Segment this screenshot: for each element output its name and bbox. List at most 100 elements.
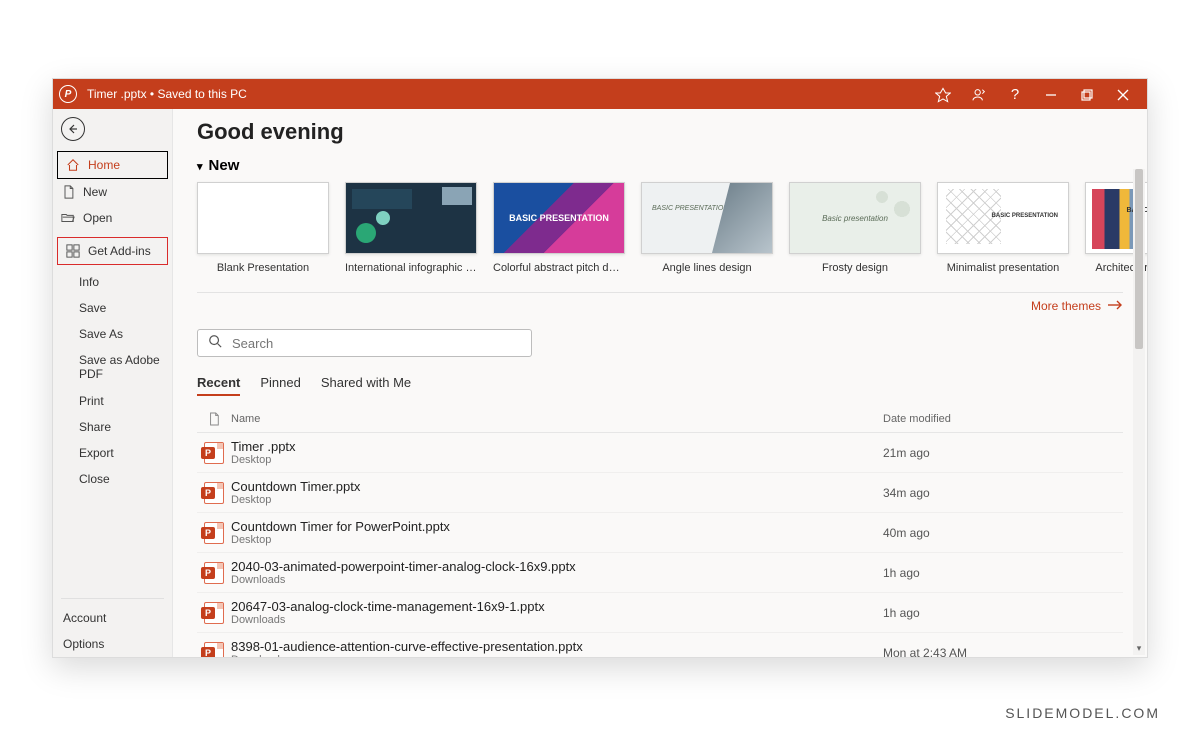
recent-file-row[interactable]: 20647-03-analog-clock-time-management-16… [197, 593, 1123, 633]
sidebar-item-new[interactable]: New [53, 179, 172, 205]
sidebar-item-share[interactable]: Share [53, 414, 172, 440]
new-section-header[interactable]: ▾ New [197, 157, 1123, 174]
sidebar-item-save-adobe[interactable]: Save as Adobe PDF [53, 347, 172, 388]
file-tabs: Recent Pinned Shared with Me [197, 375, 1123, 396]
sidebar-item-save[interactable]: Save [53, 295, 172, 321]
document-title: Timer .pptx • Saved to this PC [87, 87, 247, 101]
tab-recent[interactable]: Recent [197, 375, 240, 396]
template-thumbnail: BASIC PRESENTATION [493, 182, 625, 254]
help-icon[interactable]: ? [997, 86, 1033, 103]
template-blank[interactable]: Blank Presentation [197, 182, 329, 274]
template-label: Frosty design [789, 262, 921, 274]
template-thumbnail: BASIC PRESENTATION [937, 182, 1069, 254]
ppt-file-icon [197, 442, 231, 464]
recent-file-list: Timer .pptxDesktop21m agoCountdown Timer… [197, 433, 1123, 657]
file-name: 8398-01-audience-attention-curve-effecti… [231, 639, 883, 654]
file-name: Countdown Timer for PowerPoint.pptx [231, 519, 883, 534]
template-label: Minimalist presentation [937, 262, 1069, 274]
search-box[interactable] [197, 329, 532, 357]
addins-icon [66, 244, 80, 258]
tab-pinned[interactable]: Pinned [260, 375, 300, 396]
scrollbar-thumb[interactable] [1135, 169, 1143, 349]
recent-file-row[interactable]: 2040-03-animated-powerpoint-timer-analog… [197, 553, 1123, 593]
sidebar-item-info[interactable]: Info [53, 269, 172, 295]
sidebar-item-options[interactable]: Options [61, 631, 164, 657]
template-frosty[interactable]: Basic presentation Frosty design [789, 182, 921, 274]
file-modified: 34m ago [883, 486, 1123, 500]
file-location: Downloads [231, 574, 883, 586]
template-colorful-abstract[interactable]: BASIC PRESENTATION Colorful abstract pit… [493, 182, 625, 274]
file-location: Desktop [231, 494, 883, 506]
file-location: Downloads [231, 654, 883, 657]
search-icon [208, 334, 222, 353]
file-name: 20647-03-analog-clock-time-management-16… [231, 599, 883, 614]
template-international-infographic[interactable]: International infographic re... [345, 182, 477, 274]
template-label: Angle lines design [641, 262, 773, 274]
template-thumbnail: BASIC PRESENTATION [641, 182, 773, 254]
title-bar: P Timer .pptx • Saved to this PC ? [53, 79, 1147, 109]
filename: Timer .pptx [87, 87, 147, 101]
home-icon [66, 158, 80, 172]
premium-icon[interactable] [925, 85, 961, 102]
file-type-icon [197, 412, 231, 426]
template-thumbnail [345, 182, 477, 254]
file-modified: 21m ago [883, 446, 1123, 460]
sidebar-item-save-as[interactable]: Save As [53, 321, 172, 347]
more-themes-link[interactable]: More themes [197, 299, 1123, 313]
template-minimalist[interactable]: BASIC PRESENTATION Minimalist presentati… [937, 182, 1069, 274]
file-name: 2040-03-animated-powerpoint-timer-analog… [231, 559, 883, 574]
restore-icon[interactable] [1069, 86, 1105, 103]
template-gallery: Blank Presentation International infogra… [197, 182, 1123, 274]
column-date-modified[interactable]: Date modified [883, 413, 1123, 425]
new-file-icon [61, 185, 75, 199]
file-location: Desktop [231, 454, 883, 466]
file-modified: 1h ago [883, 606, 1123, 620]
minimize-icon[interactable] [1033, 86, 1069, 103]
file-location: Desktop [231, 534, 883, 546]
file-name: Timer .pptx [231, 439, 883, 454]
file-modified: Mon at 2:43 AM [883, 646, 1123, 658]
watermark: SLIDEMODEL.COM [1005, 705, 1160, 721]
sidebar-item-open[interactable]: Open [53, 205, 172, 231]
arrow-right-icon [1107, 299, 1123, 313]
sidebar-item-export[interactable]: Export [53, 440, 172, 466]
template-angle-lines[interactable]: BASIC PRESENTATION Angle lines design [641, 182, 773, 274]
folder-open-icon [61, 212, 75, 224]
sidebar-item-account[interactable]: Account [61, 605, 164, 631]
recent-file-row[interactable]: 8398-01-audience-attention-curve-effecti… [197, 633, 1123, 657]
file-location: Downloads [231, 614, 883, 626]
scrollbar-down-icon[interactable]: ▾ [1133, 641, 1145, 655]
template-thumbnail: Basic presentation [789, 182, 921, 254]
sidebar-item-close[interactable]: Close [53, 466, 172, 492]
search-input[interactable] [232, 336, 521, 351]
sidebar-item-print[interactable]: Print [53, 388, 172, 414]
sidebar-label: Open [83, 211, 112, 225]
sidebar-label: New [83, 185, 107, 199]
scrollbar-vertical[interactable]: ▾ [1133, 169, 1145, 655]
backstage-main: Good evening ▾ New Blank Presentation In… [173, 109, 1147, 657]
close-icon[interactable] [1105, 86, 1141, 103]
backstage-sidebar: Home New Open Get [53, 109, 173, 657]
ppt-file-icon [197, 602, 231, 624]
recent-file-row[interactable]: Countdown Timer for PowerPoint.pptxDeskt… [197, 513, 1123, 553]
sidebar-item-get-addins[interactable]: Get Add-ins [58, 238, 167, 264]
save-status: Saved to this PC [157, 87, 246, 101]
account-icon[interactable] [961, 85, 997, 102]
recent-file-row[interactable]: Timer .pptxDesktop21m ago [197, 433, 1123, 473]
sidebar-item-home[interactable]: Home [58, 152, 167, 178]
template-label: Colorful abstract pitch deck [493, 262, 625, 274]
section-divider [197, 292, 1123, 293]
sidebar-label: Home [88, 158, 120, 172]
column-name[interactable]: Name [231, 413, 883, 425]
file-list-header: Name Date modified [197, 406, 1123, 433]
recent-file-row[interactable]: Countdown Timer.pptxDesktop34m ago [197, 473, 1123, 513]
powerpoint-icon: P [59, 85, 77, 103]
file-modified: 40m ago [883, 526, 1123, 540]
ppt-file-icon [197, 522, 231, 544]
template-label: International infographic re... [345, 262, 477, 274]
tab-shared[interactable]: Shared with Me [321, 375, 411, 396]
greeting: Good evening [197, 119, 1123, 145]
ppt-file-icon [197, 482, 231, 504]
ppt-file-icon [197, 562, 231, 584]
back-button[interactable] [61, 117, 85, 141]
